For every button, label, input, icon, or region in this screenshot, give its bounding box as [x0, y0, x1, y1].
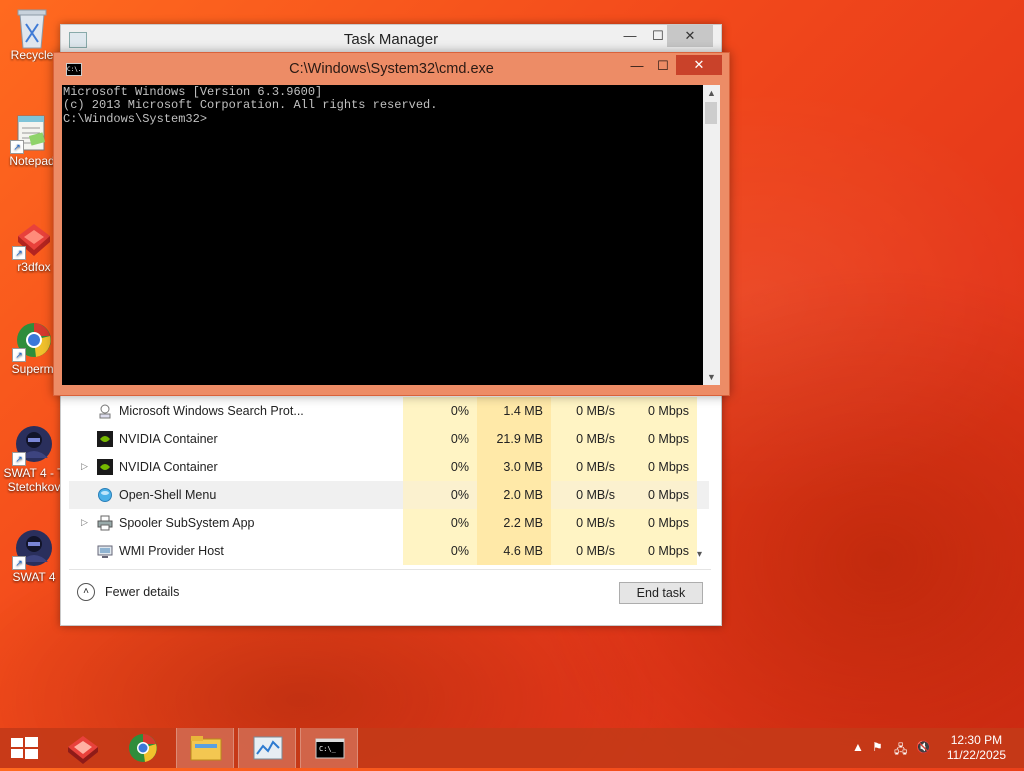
cpu-cell: 0%: [403, 397, 477, 425]
memory-cell: 2.0 MB: [477, 481, 551, 509]
recycle-bin-icon: [12, 6, 52, 49]
cmd-window: C:\. C:\Windows\System32\cmd.exe — ☐ ✕ M…: [53, 52, 730, 396]
cpu-cell: 0%: [403, 481, 477, 509]
clock[interactable]: 12:30 PM 11/22/2025: [947, 733, 1006, 763]
process-row[interactable]: ▷ NVIDIA Container 0% 3.0 MB 0 MB/s 0 Mb…: [69, 453, 709, 481]
taskbar: C:\_ ▲ ⚑ 🖧 🔇 12:30 PM 11/22/2025: [0, 728, 1024, 768]
scroll-up-arrow-icon[interactable]: ▲: [703, 85, 720, 101]
close-button[interactable]: ✕: [676, 55, 722, 75]
start-icon: [11, 737, 38, 759]
disk-cell: 0 MB/s: [551, 537, 623, 565]
notepad-icon: ↗: [10, 112, 52, 154]
taskbar-supermium[interactable]: [114, 728, 172, 768]
network-cell: 0 Mbps: [623, 481, 697, 509]
cmd-titlebar[interactable]: C:\. C:\Windows\System32\cmd.exe — ☐ ✕: [54, 53, 729, 83]
shortcut-arrow-icon: ↗: [12, 246, 26, 260]
shortcut-arrow-icon: ↗: [12, 452, 26, 466]
task-manager-icon: [253, 736, 283, 760]
taskbar-file-explorer[interactable]: [176, 728, 234, 768]
taskbar-cmd[interactable]: C:\_: [300, 728, 358, 768]
network-icon[interactable]: 🖧: [894, 740, 907, 761]
open-shell-icon: [97, 487, 113, 503]
end-task-button[interactable]: End task: [619, 582, 703, 604]
disk-cell: 0 MB/s: [551, 397, 623, 425]
expand-chevron-icon[interactable]: ▷: [81, 461, 89, 472]
disk-cell: 0 MB/s: [551, 509, 623, 537]
process-name: NVIDIA Container: [119, 460, 218, 474]
console-line: Microsoft Windows [Version 6.3.9600]: [63, 85, 323, 99]
process-list: Microsoft Windows Search Prot... 0% 1.4 …: [69, 397, 709, 567]
console-prompt: C:\Windows\System32>: [63, 112, 208, 126]
search-protocol-icon: [97, 403, 113, 419]
volume-muted-icon[interactable]: 🔇: [916, 740, 931, 754]
network-cell: 0 Mbps: [623, 453, 697, 481]
process-name: Open-Shell Menu: [119, 488, 217, 502]
process-row[interactable]: ▷ Spooler SubSystem App 0% 2.2 MB 0 MB/s…: [69, 509, 709, 537]
network-cell: 0 Mbps: [623, 425, 697, 453]
printer-icon: [97, 515, 113, 531]
network-cell: 0 Mbps: [623, 537, 697, 565]
maximize-button[interactable]: ☐: [648, 55, 678, 77]
process-row-selected[interactable]: Open-Shell Menu 0% 2.0 MB 0 MB/s 0 Mbps: [69, 481, 709, 509]
supermium-icon: ↗: [12, 320, 54, 362]
cmd-scrollbar[interactable]: ▲ ▼: [703, 85, 720, 385]
network-cell: 0 Mbps: [623, 397, 697, 425]
fewer-details-button[interactable]: ˄ Fewer details: [77, 583, 179, 601]
taskbar-r3dfox[interactable]: [54, 728, 112, 768]
svg-text:C:\_: C:\_: [319, 745, 337, 753]
process-name: NVIDIA Container: [119, 432, 218, 446]
start-button[interactable]: [0, 728, 50, 768]
cmd-icon: C:\_: [315, 738, 345, 759]
nvidia-icon: [97, 431, 113, 447]
system-tray: ▲ ⚑ 🖧 🔇 12:30 PM 11/22/2025: [844, 728, 1024, 768]
scroll-down-arrow-icon[interactable]: ▼: [703, 369, 720, 385]
scroll-thumb[interactable]: [705, 102, 717, 124]
cpu-cell: 0%: [403, 425, 477, 453]
process-name: Spooler SubSystem App: [119, 516, 255, 530]
console-line: (c) 2013 Microsoft Corporation. All righ…: [63, 98, 438, 112]
memory-cell: 4.6 MB: [477, 537, 551, 565]
shortcut-arrow-icon: ↗: [10, 140, 24, 154]
disk-cell: 0 MB/s: [551, 453, 623, 481]
task-manager-footer: ˄ Fewer details End task: [69, 569, 711, 616]
swat4-icon: ↗: [12, 528, 54, 570]
action-center-flag-icon[interactable]: ⚑: [872, 740, 883, 754]
clock-time: 12:30 PM: [950, 733, 1003, 747]
supermium-icon: [129, 734, 157, 762]
nvidia-icon: [97, 459, 113, 475]
memory-cell: 2.2 MB: [477, 509, 551, 537]
memory-cell: 21.9 MB: [477, 425, 551, 453]
scroll-down-arrow-icon[interactable]: ▾: [697, 549, 702, 560]
taskbar-task-manager[interactable]: [238, 728, 296, 768]
file-explorer-icon: [190, 736, 222, 761]
chevron-up-icon: ˄: [77, 583, 95, 601]
disk-cell: 0 MB/s: [551, 481, 623, 509]
process-row[interactable]: Microsoft Windows Search Prot... 0% 1.4 …: [69, 397, 709, 425]
process-name: Microsoft Windows Search Prot...: [119, 404, 304, 418]
r3dfox-icon: ↗: [12, 218, 54, 260]
swat4-icon: ↗: [12, 424, 54, 466]
task-manager-titlebar[interactable]: Task Manager — ☐ ✕: [61, 25, 721, 53]
process-row[interactable]: WMI Provider Host 0% 4.6 MB 0 MB/s 0 Mbp…: [69, 537, 709, 565]
cpu-cell: 0%: [403, 509, 477, 537]
process-name: WMI Provider Host: [119, 544, 224, 558]
memory-cell: 3.0 MB: [477, 453, 551, 481]
clock-date: 11/22/2025: [946, 748, 1006, 762]
r3dfox-icon: [68, 736, 98, 764]
cpu-cell: 0%: [403, 453, 477, 481]
fewer-details-label: Fewer details: [105, 585, 180, 599]
shortcut-arrow-icon: ↗: [12, 348, 26, 362]
process-row[interactable]: NVIDIA Container 0% 21.9 MB 0 MB/s 0 Mbp…: [69, 425, 709, 453]
shortcut-arrow-icon: ↗: [12, 556, 26, 570]
close-button[interactable]: ✕: [667, 25, 713, 47]
minimize-button[interactable]: —: [615, 25, 645, 47]
wmi-icon: [97, 543, 113, 559]
console-output[interactable]: Microsoft Windows [Version 6.3.9600] (c) …: [62, 85, 703, 385]
memory-cell: 1.4 MB: [477, 397, 551, 425]
show-hidden-icons-icon[interactable]: ▲: [852, 740, 864, 754]
network-cell: 0 Mbps: [623, 509, 697, 537]
cpu-cell: 0%: [403, 537, 477, 565]
expand-chevron-icon[interactable]: ▷: [81, 517, 89, 528]
disk-cell: 0 MB/s: [551, 425, 623, 453]
